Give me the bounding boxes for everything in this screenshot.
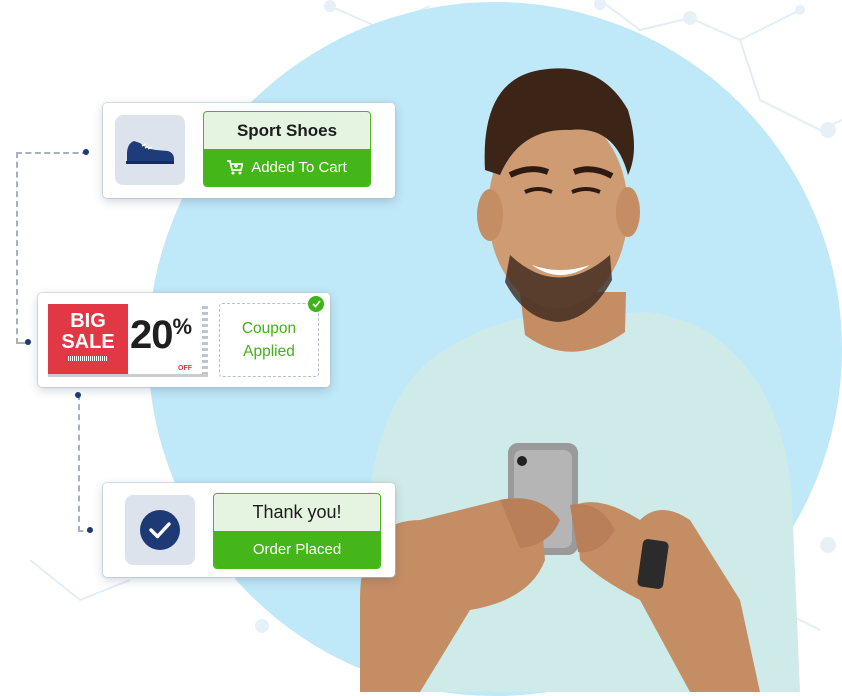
cart-product-title: Sport Shoes (236, 120, 338, 140)
discount-percent-symbol: % (172, 314, 193, 339)
discount-number: 20 (130, 313, 173, 357)
coupon-applied-box: Coupon Applied (219, 303, 319, 377)
connector-dot (75, 392, 81, 398)
big-sale-tag: BIG SALE (48, 304, 128, 374)
cart-status-panel: Sport Shoes Added To Cart (203, 111, 371, 187)
sneaker-icon (126, 141, 174, 164)
connector-line-3 (78, 394, 92, 532)
order-status-label: Order Placed (252, 541, 342, 558)
order-status-bar: Order Placed (214, 531, 380, 568)
sale-line-1: BIG (70, 310, 106, 332)
order-status-panel: Thank you! Order Placed (213, 493, 381, 569)
ticket-perforation (202, 306, 208, 374)
connector-dot (25, 339, 31, 345)
sale-line-2: SALE (61, 331, 115, 353)
discount-value: 20% OFF (130, 313, 193, 372)
cart-status-bar: Added To Cart (204, 149, 370, 186)
connector-dot (87, 527, 93, 533)
shopping-cart-icon (227, 160, 244, 175)
shoe-icon-box (115, 115, 185, 185)
order-title: Thank you! (252, 502, 342, 522)
discount-off-label: OFF (178, 365, 192, 372)
coupon-applied-line-1: Coupon (241, 320, 297, 337)
check-badge-icon (308, 296, 324, 312)
order-icon-box (125, 495, 195, 565)
coupon-applied-line-2: Applied (243, 343, 295, 360)
coupon-divider (48, 374, 208, 377)
connector-dot (83, 149, 89, 155)
check-circle-icon (140, 510, 180, 550)
cart-status-label: Added To Cart (251, 159, 347, 176)
barcode-graphic (68, 356, 108, 361)
